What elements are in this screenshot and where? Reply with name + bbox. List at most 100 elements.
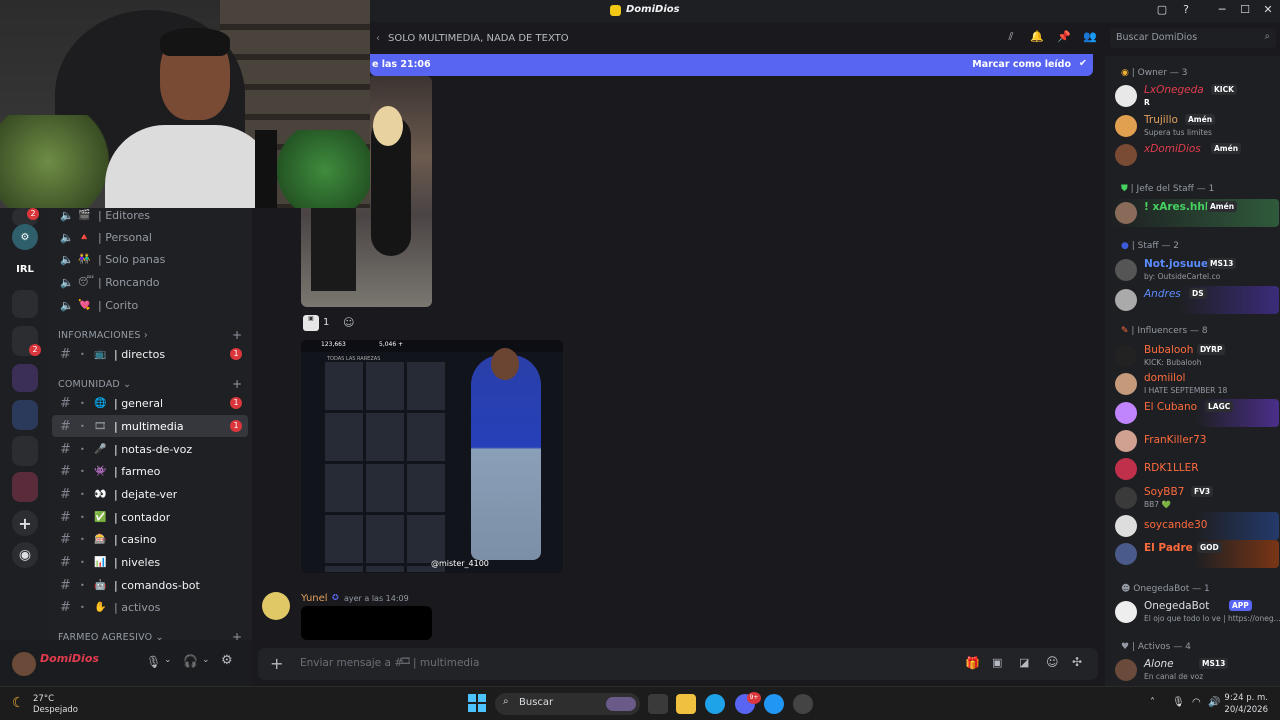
sticker-icon[interactable]: ◪ — [1019, 656, 1029, 669]
hash-icon: # — [60, 395, 71, 411]
channel-sidebar: 🔈 🎬 | Editores 🔈 🔺 | Personal 🔈 👫 | Solo panas… — [48, 208, 252, 644]
help-icon[interactable]: ? — [1176, 3, 1196, 16]
category-comunidad[interactable]: COMUNIDAD ⌄ — [58, 379, 131, 390]
hash-icon: # — [60, 418, 71, 434]
username[interactable]: DomiDios — [40, 652, 99, 665]
attach-plus-icon[interactable]: + — [270, 654, 283, 673]
server-icon-irl[interactable]: IRL — [12, 256, 38, 282]
member-item[interactable]: Andres DS — [1111, 286, 1279, 314]
avatar — [1115, 487, 1137, 509]
add-channel-icon[interactable]: + — [232, 328, 242, 342]
member-item[interactable]: SoyBB7 FV3 BB7 💚 — [1111, 484, 1279, 512]
add-reaction-icon[interactable]: ☺ — [343, 316, 354, 329]
channel-comandos-bot[interactable]: # • 🤖 | comandos-bot — [52, 574, 248, 596]
member-item[interactable]: ! xAres.hhh Amén — [1111, 199, 1279, 227]
message-author[interactable]: Yunel — [301, 593, 328, 604]
reaction-emoji[interactable]: ▣ — [303, 315, 319, 331]
server-folder[interactable] — [12, 400, 38, 430]
inbox-icon[interactable]: ▢ — [1152, 3, 1172, 16]
avatar — [1115, 144, 1137, 166]
weather-widget[interactable]: 27°C Despejado — [33, 694, 78, 716]
voice-channel[interactable]: 🔈 💘 | Corito — [52, 294, 248, 316]
member-item[interactable]: FranKiller73 — [1111, 427, 1279, 455]
channel-niveles[interactable]: # • 📊 | niveles — [52, 551, 248, 573]
channel-directos[interactable]: # • 📺 | directos 1 — [52, 343, 248, 365]
avatar[interactable] — [262, 592, 290, 620]
voice-channel[interactable]: 🔈 😴 | Roncando — [52, 271, 248, 293]
task-view-icon[interactable] — [648, 694, 668, 714]
voice-channel[interactable]: 🔈 🔺 | Personal — [52, 226, 248, 248]
channel-general[interactable]: # • 🌐 | general 1 — [52, 392, 248, 414]
server-folder[interactable] — [12, 290, 38, 318]
bell-icon[interactable]: 🔔 — [1029, 30, 1045, 46]
reaction-count[interactable]: 1 — [323, 317, 329, 328]
server-folder[interactable] — [12, 472, 38, 502]
wifi-icon[interactable]: ◠ — [1192, 697, 1201, 708]
search-input[interactable]: Buscar DomiDios ⌕ — [1110, 28, 1276, 48]
member-item[interactable]: RDK1LLER — [1111, 455, 1279, 483]
github-icon[interactable] — [793, 694, 813, 714]
mark-read-button[interactable]: Marcar como leído — [972, 59, 1071, 70]
channel-casino[interactable]: # • 🎰 | casino — [52, 528, 248, 550]
maximize-button[interactable]: ☐ — [1235, 3, 1255, 16]
server-icon-monitor[interactable]: ⚙ — [12, 224, 38, 250]
gift-icon[interactable]: 🎁 — [965, 656, 980, 670]
channel-topic[interactable]: SOLO MULTIMEDIA, NADA DE TEXTO — [388, 33, 569, 44]
file-explorer-icon[interactable] — [676, 694, 696, 714]
channel-contador[interactable]: # • ✅ | contador — [52, 506, 248, 528]
member-item[interactable]: xDomiDios Amén — [1111, 141, 1279, 169]
chevron-left-icon: ‹ — [376, 32, 380, 44]
emoji-icon[interactable]: ☺ — [1046, 655, 1059, 669]
edge-icon[interactable] — [705, 694, 725, 714]
voice-channel[interactable]: 🔈 👫 | Solo panas — [52, 248, 248, 270]
member-item[interactable]: El Padre GOD — [1111, 540, 1279, 568]
channel-activos[interactable]: # • ✋ | activos — [52, 596, 248, 618]
start-icon[interactable] — [468, 694, 486, 712]
close-button[interactable]: ✕ — [1258, 3, 1278, 16]
server-folder[interactable] — [12, 436, 38, 466]
channel-notas-de-voz[interactable]: # • 🎤 | notas-de-voz — [52, 438, 248, 460]
volume-icon[interactable]: 🔊 — [1208, 697, 1220, 708]
new-messages-bar[interactable]: e las 21:06 Marcar como leído ✔ — [370, 54, 1093, 76]
system-clock[interactable]: 9:24 p. m. 20/4/2026 — [1224, 692, 1268, 716]
avatar[interactable] — [12, 652, 36, 676]
message-image[interactable]: 123,663 5,046 + TODAS LAS RAREZAS @miste… — [301, 340, 563, 573]
member-item[interactable]: Trujillo Amén Supera tus limites — [1111, 112, 1279, 140]
apps-icon[interactable]: ✣ — [1072, 655, 1082, 669]
add-server-icon[interactable]: + — [12, 510, 38, 536]
message-image[interactable] — [301, 606, 432, 640]
discover-icon[interactable]: ◉ — [12, 542, 38, 568]
chevron-down-icon[interactable]: ⌄ — [164, 655, 172, 665]
microphone-icon[interactable]: 🎙 — [1172, 697, 1185, 708]
avatar — [1115, 515, 1137, 537]
settings-gear-icon[interactable]: ⚙ — [221, 653, 233, 668]
member-item[interactable]: Alone MS13 En canal de voz — [1111, 656, 1279, 684]
browser-icon[interactable] — [764, 694, 784, 714]
hash-icon: # — [60, 486, 71, 502]
threads-icon[interactable]: ⫽ — [1003, 30, 1019, 46]
member-item[interactable]: domiilol I HATE SEPTEMBER 18 — [1111, 370, 1279, 398]
channel-multimedia[interactable]: # • 🎞 | multimedia 1 — [52, 415, 248, 437]
member-item[interactable]: OnegedaBot APP El ojo que todo lo ve | htt… — [1111, 598, 1280, 626]
channel-farmeo[interactable]: # • 👾 | farmeo — [52, 460, 248, 482]
pin-icon[interactable]: 📌 — [1056, 30, 1072, 46]
members-icon[interactable]: 👥 — [1082, 30, 1098, 46]
minimize-button[interactable]: ─ — [1212, 3, 1232, 16]
chevron-down-icon[interactable]: ⌄ — [202, 655, 210, 665]
add-channel-icon[interactable]: + — [232, 377, 242, 391]
gif-icon[interactable]: ▣ — [992, 656, 1002, 669]
member-item[interactable]: El Cubano LAGC — [1111, 399, 1279, 427]
category-informaciones[interactable]: INFORMACIONES › — [58, 330, 148, 341]
member-item[interactable]: Bubalooh DYRP KICK: Bubalooh — [1111, 342, 1279, 370]
headphones-icon[interactable]: 🎧 — [183, 654, 198, 668]
server-folder[interactable] — [12, 364, 38, 392]
hash-icon: # — [60, 554, 71, 570]
member-item[interactable]: LxOnegeda KICK R — [1111, 82, 1279, 110]
microphone-icon[interactable]: 🎙 — [146, 655, 161, 669]
channel-dejate-ver[interactable]: # • 👀 | dejate-ver — [52, 483, 248, 505]
member-item[interactable]: Not.josuue MS13 by: OutsideCartel.co — [1111, 256, 1279, 284]
chevron-up-icon[interactable]: ˄ — [1150, 697, 1155, 708]
message-composer[interactable]: + Enviar mensaje a # 🎞 | multimedia 🎁 ▣ … — [258, 648, 1098, 680]
taskbar-search[interactable]: ⌕ Buscar — [495, 693, 640, 715]
member-item[interactable]: soycande30 — [1111, 512, 1279, 540]
